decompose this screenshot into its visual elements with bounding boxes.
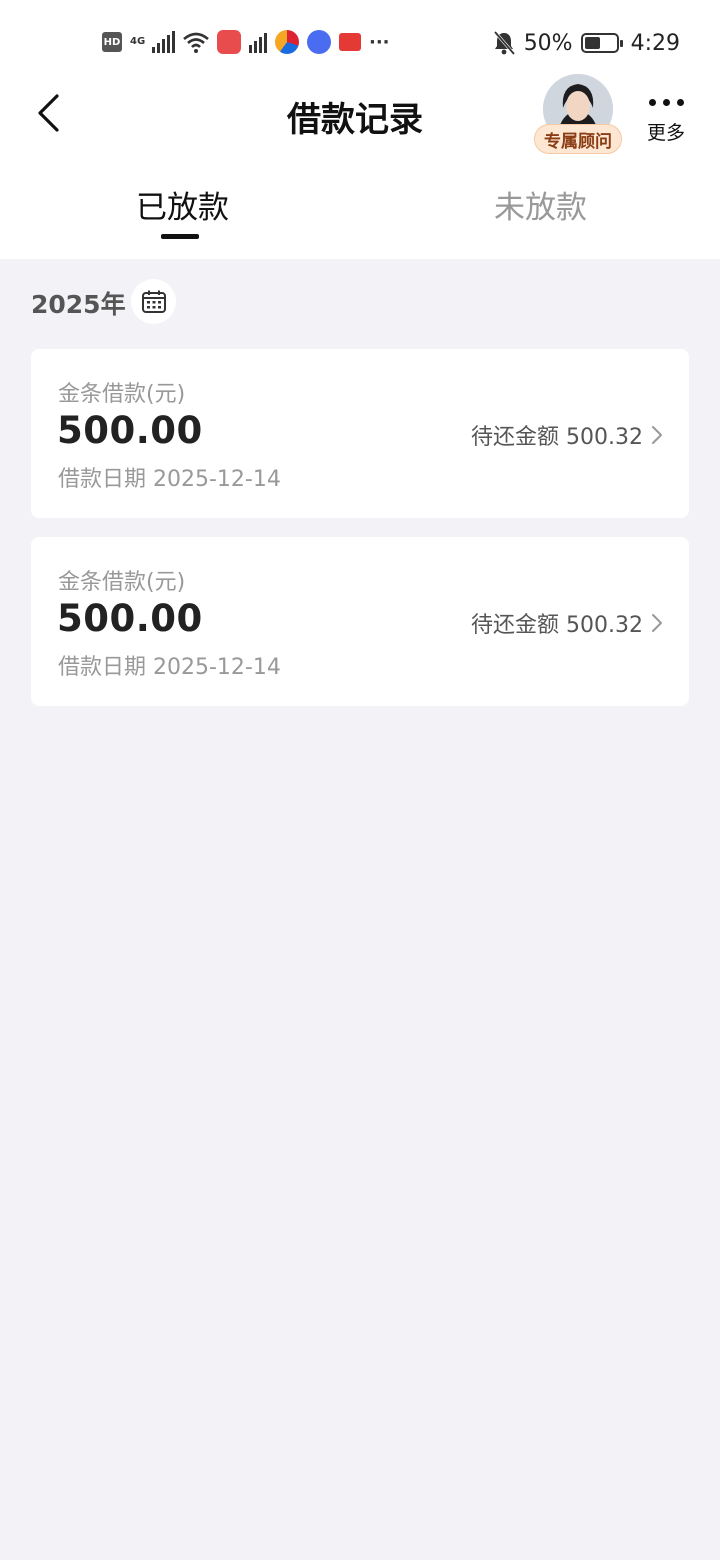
status-right: 50% 4:29	[492, 28, 680, 58]
more-button[interactable]: 更多	[640, 92, 692, 145]
chevron-right-icon	[652, 614, 662, 632]
loan-record-card[interactable]: 金条借款(元) 500.00 借款日期 2025-12-14 待还金额 500.…	[31, 349, 689, 518]
more-dots-icon	[640, 92, 692, 112]
loan-record-card[interactable]: 金条借款(元) 500.00 借款日期 2025-12-14 待还金额 500.…	[31, 537, 689, 706]
loan-amount: 500.00	[57, 409, 203, 452]
network-type-icon: 4G	[130, 36, 146, 47]
advisor-button[interactable]: 专属顾问	[534, 74, 622, 156]
music-icon	[307, 30, 331, 54]
due-amount: 待还金额 500.32	[471, 419, 663, 451]
loan-date: 借款日期 2025-12-14	[58, 467, 281, 492]
status-left-icons: HD 4G ···	[102, 28, 390, 56]
due-amount-text: 待还金额 500.32	[471, 613, 643, 638]
hd-icon: HD	[102, 32, 122, 52]
clock: 4:29	[630, 30, 680, 56]
calendar-button[interactable]	[131, 279, 176, 324]
more-notifications-icon: ···	[369, 31, 390, 53]
mute-bell-icon	[493, 31, 515, 55]
loan-date: 借款日期 2025-12-14	[58, 655, 281, 680]
battery-icon	[580, 33, 623, 53]
tab-disbursed[interactable]: 已放款	[136, 182, 229, 227]
chevron-right-icon	[652, 426, 662, 444]
battery-percent: 50%	[523, 30, 573, 56]
secondary-signal-icon	[249, 31, 267, 53]
book-icon	[339, 33, 361, 51]
due-amount: 待还金额 500.32	[471, 607, 663, 639]
wifi-icon	[183, 32, 209, 53]
product-label: 金条借款(元)	[58, 382, 186, 407]
top-section: HD 4G ··· 50% 4:29 借款记录 专属顾问 更多 已放款 未放款	[0, 0, 720, 259]
status-bar: HD 4G ··· 50% 4:29	[0, 0, 720, 84]
year-label: 2025年	[31, 290, 126, 319]
loan-amount: 500.00	[57, 597, 203, 640]
due-amount-text: 待还金额 500.32	[471, 425, 643, 450]
more-label: 更多	[646, 122, 685, 144]
tab-not-disbursed[interactable]: 未放款	[494, 182, 587, 227]
signal-icon	[152, 31, 175, 53]
advisor-badge: 专属顾问	[534, 124, 622, 154]
browser-icon	[275, 30, 299, 54]
app-store-icon	[217, 30, 241, 54]
product-label: 金条借款(元)	[58, 570, 186, 595]
active-tab-indicator	[161, 234, 199, 239]
calendar-icon	[141, 290, 166, 313]
